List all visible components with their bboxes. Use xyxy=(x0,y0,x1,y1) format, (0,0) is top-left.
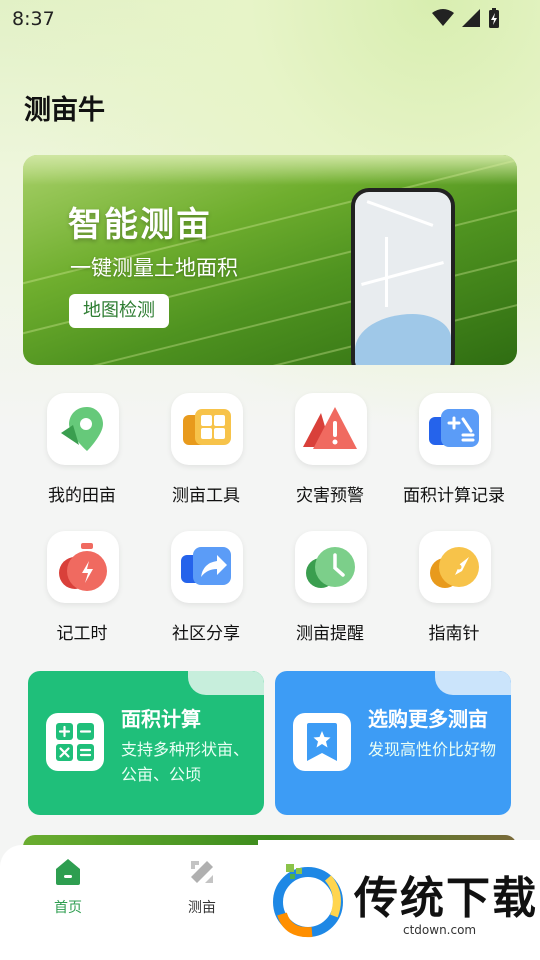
grid-label: 面积计算记录 xyxy=(403,486,505,506)
grid-label: 社区分享 xyxy=(172,624,240,644)
map-pin-icon xyxy=(47,393,119,465)
battery-icon xyxy=(489,8,499,28)
watermark-logo xyxy=(273,864,343,938)
grid-item-area-records[interactable]: 面积计算记录 xyxy=(392,393,516,513)
map-water xyxy=(355,314,451,365)
grid-tools-icon xyxy=(171,393,243,465)
grid-label: 我的田亩 xyxy=(48,486,116,506)
warning-triangle-icon xyxy=(295,393,367,465)
grid-label: 测亩提醒 xyxy=(296,624,364,644)
banner-sky xyxy=(23,155,517,185)
tab-measure[interactable]: 测亩 xyxy=(162,857,242,917)
grid-label: 指南针 xyxy=(428,624,480,644)
share-arrow-icon xyxy=(171,531,243,603)
shop-more-desc: 发现高性价比好物 xyxy=(368,740,497,759)
grid-item-work-hours[interactable]: 记工时 xyxy=(20,531,144,651)
calculator-record-icon xyxy=(419,393,491,465)
watermark-url: ctdown.com xyxy=(403,923,477,937)
stopwatch-icon xyxy=(47,531,119,603)
calculator-icon xyxy=(46,713,104,771)
clock-icon xyxy=(295,531,367,603)
phone-map-screen xyxy=(355,192,451,365)
compass-icon xyxy=(419,531,491,603)
area-calc-card[interactable]: 面积计算 支持多种形状亩、公亩、公顷 xyxy=(28,671,264,815)
grid-item-my-fields[interactable]: 我的田亩 xyxy=(20,393,144,513)
grid-item-measure-tools[interactable]: 测亩工具 xyxy=(144,393,268,513)
shop-more-title: 选购更多测亩 xyxy=(368,707,488,731)
phone-mockup xyxy=(351,188,455,365)
grid-label: 记工时 xyxy=(56,624,108,644)
tab-home[interactable]: 首页 xyxy=(28,857,108,917)
banner-subline: 一键测量土地面积 xyxy=(70,256,238,280)
cellular-icon xyxy=(462,9,480,27)
tab-home-label: 首页 xyxy=(54,900,82,916)
grid-label: 测亩工具 xyxy=(172,486,240,506)
status-bar: 8:37 xyxy=(0,0,540,36)
watermark: 传统下载 ctdown.com xyxy=(258,840,540,960)
bookmark-star-icon xyxy=(293,713,351,771)
system-icons xyxy=(432,8,500,28)
area-calc-desc: 支持多种形状亩、公亩、公顷 xyxy=(121,740,250,784)
wifi-icon xyxy=(432,9,454,26)
status-time: 8:37 xyxy=(12,8,55,30)
ruler-pencil-icon xyxy=(191,861,213,883)
banner-headline: 智能测亩 xyxy=(68,205,212,245)
grid-item-community-share[interactable]: 社区分享 xyxy=(144,531,268,651)
area-calc-title: 面积计算 xyxy=(121,707,201,731)
home-icon xyxy=(56,859,80,885)
map-detect-button[interactable]: 地图检测 xyxy=(69,294,169,328)
grid-label: 灾害预警 xyxy=(296,486,364,506)
shop-more-card[interactable]: 选购更多测亩 发现高性价比好物 xyxy=(275,671,511,815)
page-title: 测亩牛 xyxy=(24,95,105,126)
grid-item-compass[interactable]: 指南针 xyxy=(392,531,516,651)
grid-item-disaster-warning[interactable]: 灾害预警 xyxy=(268,393,392,513)
watermark-text: 传统下载 xyxy=(354,873,538,924)
tab-measure-label: 测亩 xyxy=(188,900,216,916)
grid-item-measure-reminder[interactable]: 测亩提醒 xyxy=(268,531,392,651)
hero-banner[interactable]: 智能测亩 一键测量土地面积 地图检测 xyxy=(23,155,517,365)
